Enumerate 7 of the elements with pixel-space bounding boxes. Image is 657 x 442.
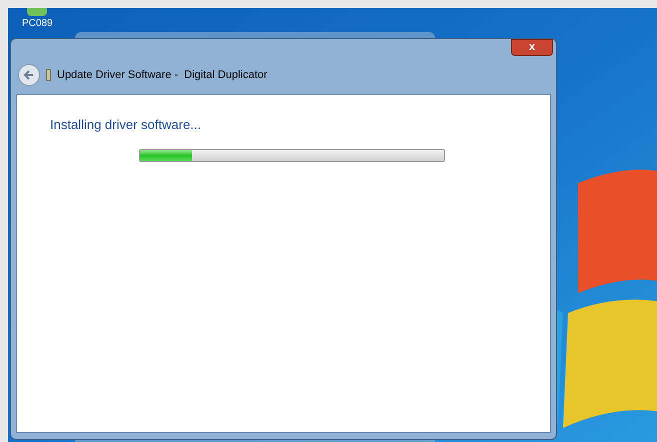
desktop-icon-label[interactable]: PC089 xyxy=(22,16,53,31)
status-heading: Installing driver software... xyxy=(50,116,202,134)
back-arrow-icon xyxy=(23,69,35,81)
window-title: Update Driver Software - Digital Duplicator xyxy=(57,68,268,83)
back-button[interactable] xyxy=(18,64,40,86)
close-button[interactable]: x xyxy=(511,39,553,56)
device-icon xyxy=(46,69,51,81)
